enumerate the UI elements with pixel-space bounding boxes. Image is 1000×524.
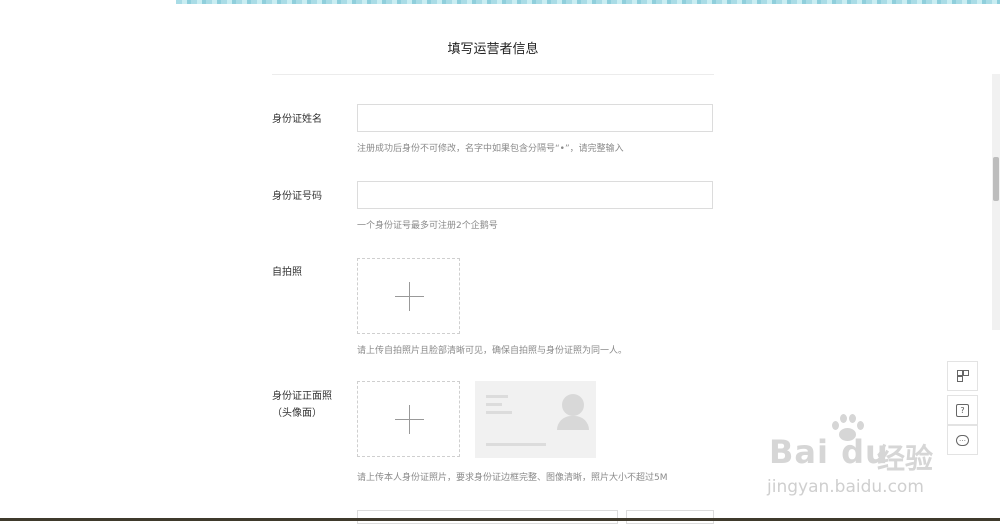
sample-line — [486, 443, 546, 446]
sample-line — [486, 411, 512, 414]
scrollbar-thumb[interactable] — [993, 157, 999, 201]
next-field-button[interactable] — [626, 510, 714, 524]
id-card-sample-icon — [475, 381, 596, 458]
title-divider — [272, 74, 714, 75]
id-front-upload[interactable] — [357, 381, 460, 457]
watermark-logo: Bai du — [769, 433, 889, 471]
help-icon: ? — [956, 403, 969, 417]
plus-icon-vertical — [409, 282, 410, 311]
sample-line — [486, 395, 508, 398]
id-front-label: 身份证正面照 — [272, 391, 332, 402]
page-title: 填写运营者信息 — [447, 42, 539, 57]
baidu-watermark: Bai du 经验 jingyan.baidu.com — [765, 414, 985, 505]
id-number-hint: 一个身份证号最多可注册2个企鹅号 — [357, 221, 498, 231]
id-number-input[interactable] — [357, 181, 713, 209]
sample-avatar-head — [562, 394, 584, 416]
watermark-brand: 经验 — [877, 442, 934, 475]
id-name-hint: 注册成功后身份不可修改，名字中如果包含分隔号“•”，请完整输入 — [357, 144, 624, 154]
id-front-sublabel: （头像面） — [272, 408, 322, 419]
id-front-hint: 请上传本人身份证照片，要求身份证边框完整、图像清晰，照片大小不超过5M — [357, 473, 668, 483]
selfie-upload[interactable] — [357, 258, 460, 334]
help-button[interactable]: ? — [947, 395, 978, 425]
qrcode-icon — [957, 370, 969, 382]
plus-icon-vertical — [409, 405, 410, 434]
id-name-label: 身份证姓名 — [272, 114, 322, 125]
scrollbar-track[interactable] — [992, 74, 1000, 330]
id-name-input[interactable] — [357, 104, 713, 132]
selfie-label: 自拍照 — [272, 267, 302, 278]
sample-line — [486, 403, 502, 406]
watermark-url: jingyan.baidu.com — [767, 477, 924, 497]
selfie-hint: 请上传自拍照片且脸部清晰可见，确保自拍照与身份证照为同一人。 — [357, 346, 628, 356]
id-number-label: 身份证号码 — [272, 191, 322, 202]
next-field-input[interactable] — [357, 510, 618, 524]
qrcode-button[interactable] — [947, 361, 978, 391]
header-banner — [176, 0, 1000, 4]
sample-avatar-body — [557, 416, 589, 430]
